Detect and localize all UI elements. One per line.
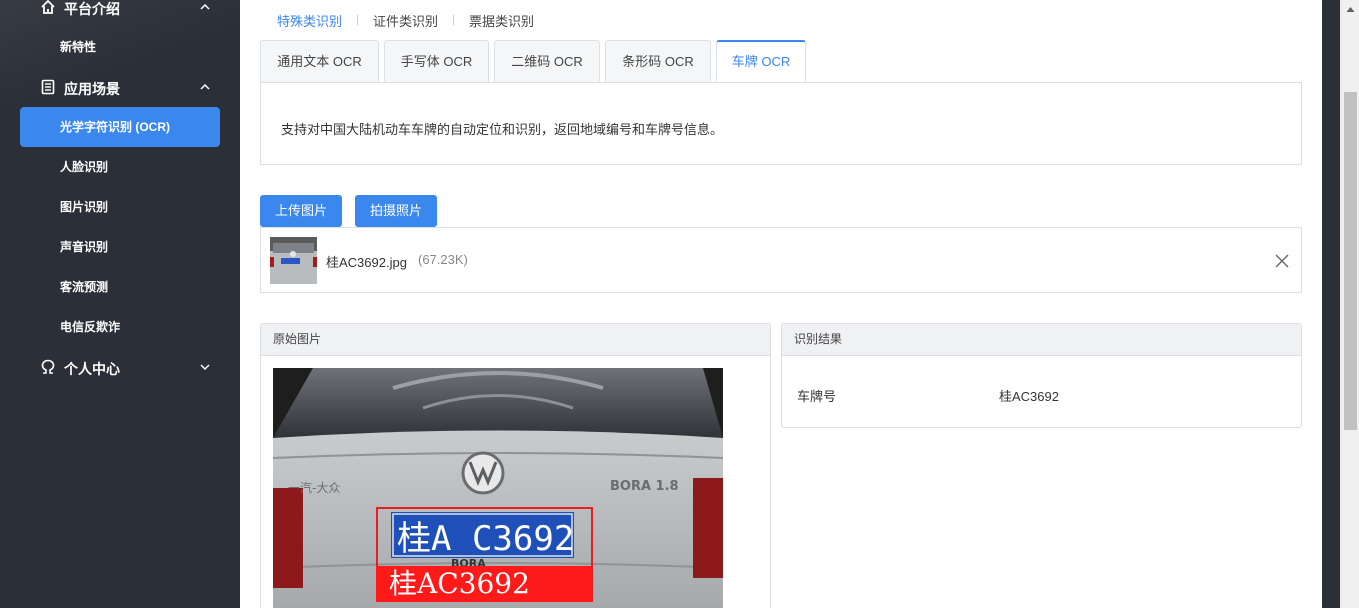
badge-left-text: 一汽-大众 xyxy=(288,480,340,495)
category-tabs: 特殊类识别 证件类识别 票据类识别 xyxy=(277,10,534,30)
sidebar-item-ocr[interactable]: 光学字符识别 (OCR) xyxy=(20,107,220,147)
upload-image-button[interactable]: 上传图片 xyxy=(260,195,342,227)
page-gutter xyxy=(1322,0,1340,608)
tab-general-text-ocr[interactable]: 通用文本 OCR xyxy=(260,40,379,83)
result-value: 桂AC3692 xyxy=(999,389,1059,404)
description-box: 支持对中国大陆机动车车牌的自动定位和识别，返回地域编号和车牌号信息。 xyxy=(260,82,1302,165)
panel-title: 识别结果 xyxy=(782,324,1301,356)
sidebar-group-platform[interactable]: 平台介绍 xyxy=(0,0,240,28)
sidebar-item-new-features[interactable]: 新特性 xyxy=(20,27,220,67)
tab-barcode-ocr[interactable]: 条形码 OCR xyxy=(605,40,711,83)
scrollbar-thumb[interactable] xyxy=(1344,92,1357,430)
file-name: 桂AC3692.jpg xyxy=(326,255,407,270)
divider xyxy=(357,15,359,25)
plate-overlay-label: 桂AC3692 xyxy=(389,567,530,600)
user-icon xyxy=(41,359,55,374)
file-size: (67.23K) xyxy=(418,252,468,267)
car-image: 一汽-大众 BORA 1.8 桂A C3692 BORA 桂AC3692 xyxy=(273,368,723,608)
sidebar-group-personal[interactable]: 个人中心 xyxy=(0,348,240,388)
vertical-scrollbar[interactable] xyxy=(1340,0,1359,608)
original-image-panel: 原始图片 一汽-大众 BORA 1.8 桂A C3692 BORA 桂AC369… xyxy=(260,323,771,608)
home-icon xyxy=(41,0,55,14)
chevron-up-icon xyxy=(200,83,210,90)
uploaded-file-item: 桂AC3692.jpg (67.23K) xyxy=(260,227,1302,293)
plate-text: 桂A C3692 xyxy=(397,519,574,559)
divider xyxy=(453,15,455,25)
main-content: 特殊类识别 证件类识别 票据类识别 通用文本 OCR 手写体 OCR 二维码 O… xyxy=(240,0,1322,608)
sidebar-group-label: 个人中心 xyxy=(64,361,120,377)
tab-qrcode-ocr[interactable]: 二维码 OCR xyxy=(494,40,600,83)
panel-title: 原始图片 xyxy=(261,324,770,356)
sidebar: 平台介绍 新特性 应用场景 光学字符识别 (OCR) 人脸识别 图片识别 声音识… xyxy=(0,0,240,608)
sidebar-item-traffic[interactable]: 客流预测 xyxy=(20,267,220,307)
chevron-up-icon xyxy=(200,3,210,10)
close-icon[interactable] xyxy=(1275,254,1289,268)
result-key: 车牌号 xyxy=(797,389,837,404)
tab-special[interactable]: 特殊类识别 xyxy=(277,11,342,30)
chevron-down-icon xyxy=(200,364,210,371)
file-thumbnail xyxy=(270,237,317,284)
sidebar-item-image[interactable]: 图片识别 xyxy=(20,187,220,227)
tab-handwriting-ocr[interactable]: 手写体 OCR xyxy=(384,40,489,83)
sidebar-item-voice[interactable]: 声音识别 xyxy=(20,227,220,267)
sidebar-item-face[interactable]: 人脸识别 xyxy=(20,147,220,187)
tab-receipts[interactable]: 票据类识别 xyxy=(469,11,534,30)
tab-id-documents[interactable]: 证件类识别 xyxy=(373,11,438,30)
take-photo-button[interactable]: 拍摄照片 xyxy=(355,195,437,227)
document-icon xyxy=(41,79,55,95)
scroll-up-arrow-icon[interactable] xyxy=(1346,5,1355,14)
description-text: 支持对中国大陆机动车车牌的自动定位和识别，返回地域编号和车牌号信息。 xyxy=(281,122,724,137)
sidebar-item-fraud[interactable]: 电信反欺诈 xyxy=(20,307,220,347)
sidebar-group-label: 平台介绍 xyxy=(64,1,120,17)
badge-right-text: BORA 1.8 xyxy=(610,479,679,494)
sidebar-group-label: 应用场景 xyxy=(64,81,120,97)
tab-license-plate-ocr[interactable]: 车牌 OCR xyxy=(716,40,806,84)
sidebar-group-scenarios[interactable]: 应用场景 xyxy=(0,68,240,108)
car-rear-photo: 一汽-大众 BORA 1.8 桂A C3692 BORA 桂AC3692 xyxy=(273,368,723,608)
recognition-result-panel: 识别结果 车牌号 桂AC3692 xyxy=(781,323,1302,428)
